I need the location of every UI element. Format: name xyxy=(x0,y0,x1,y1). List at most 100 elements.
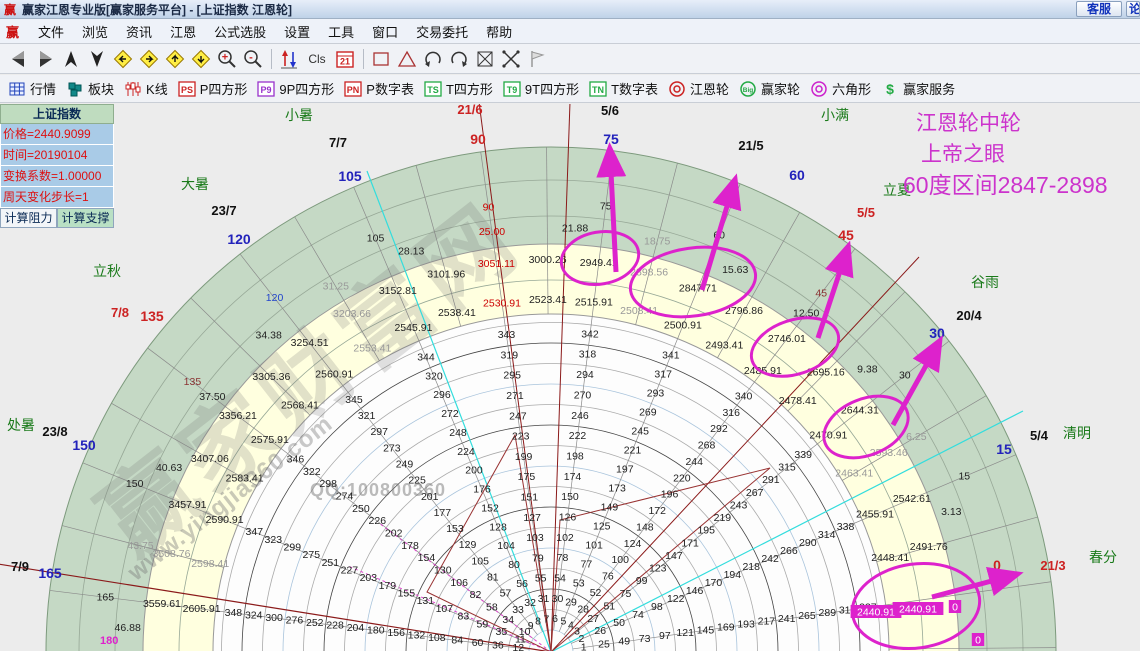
diamond-left-icon[interactable] xyxy=(110,47,136,71)
view-button-K线[interactable]: K线 xyxy=(124,79,168,98)
gann-wheel-svg[interactable]: 赢家财富网www.yingjia360.comQQ:10080036012345… xyxy=(0,101,1140,651)
calc-resistance-button[interactable]: 计算阻力 xyxy=(0,208,57,228)
spiral-number: 226 xyxy=(369,515,387,527)
view-button-P四方形[interactable]: PS P四方形 xyxy=(178,79,247,98)
spiral-number: 104 xyxy=(497,540,515,552)
view-button-江恩轮[interactable]: 江恩轮 xyxy=(668,79,729,98)
diamond-down-icon[interactable] xyxy=(188,47,214,71)
menu-item-1[interactable]: 浏览 xyxy=(73,22,117,41)
menu-item-4[interactable]: 公式选股 xyxy=(205,22,275,41)
spiral-number: 344 xyxy=(417,351,435,363)
spiral-number: 80 xyxy=(508,559,520,571)
expand-icon[interactable] xyxy=(498,47,524,71)
price-outer-value: 2542.61 xyxy=(893,493,931,505)
price-outer-value: 3508.76 xyxy=(153,548,191,560)
spiral-number: 172 xyxy=(648,505,666,517)
nav-left-icon[interactable] xyxy=(6,47,32,71)
badge-icon: TN xyxy=(589,80,607,98)
spiral-number: 219 xyxy=(714,512,732,524)
view-button-P数字表[interactable]: PN P数字表 xyxy=(344,79,414,98)
percent-value: 46.88 xyxy=(115,622,141,634)
menu-item-3[interactable]: 江恩 xyxy=(161,22,205,41)
menu-item-9[interactable]: 帮助 xyxy=(477,22,521,41)
diamond-right-icon[interactable] xyxy=(136,47,162,71)
view-button-板块[interactable]: 板块 xyxy=(66,79,114,98)
badge-icon: TS xyxy=(424,80,442,98)
spiral-number: 169 xyxy=(717,621,735,633)
box-x-icon[interactable] xyxy=(472,47,498,71)
deg15-value: 30 xyxy=(899,370,911,382)
view-button-行情[interactable]: 行情 xyxy=(8,79,56,98)
spiral-number: 56 xyxy=(516,578,528,590)
cursor-up-icon[interactable] xyxy=(58,47,84,71)
spiral-number: 147 xyxy=(665,550,683,562)
price-inner-value: 2538.41 xyxy=(438,307,476,319)
customer-service-button[interactable]: 客服 xyxy=(1075,1,1122,17)
date-label: 5/5 xyxy=(857,205,875,220)
spiral-number: 151 xyxy=(521,492,539,504)
percent-value: 43.75 xyxy=(127,540,153,552)
triangle-tool-icon[interactable] xyxy=(394,47,420,71)
percent-value: 18.75 xyxy=(644,236,670,248)
menu-item-6[interactable]: 工具 xyxy=(319,22,363,41)
calendar-icon[interactable]: 21 xyxy=(332,47,358,71)
deg15-value: 135 xyxy=(184,376,202,388)
spiral-number: 105 xyxy=(471,555,489,567)
date-label: 23/7 xyxy=(211,203,236,218)
spiral-number: 34 xyxy=(502,614,514,626)
cls-button[interactable]: Cls xyxy=(302,47,332,71)
calc-support-button[interactable]: 计算支撑 xyxy=(57,208,114,228)
view-button-六角形[interactable]: 六角形 xyxy=(810,79,871,98)
spiral-number: 348 xyxy=(225,607,243,619)
percent-value: 6.25 xyxy=(906,431,927,443)
spiral-number: 248 xyxy=(449,427,467,439)
spiral-number: 53 xyxy=(573,577,585,589)
cursor-down-icon[interactable] xyxy=(84,47,110,71)
spiral-number: 275 xyxy=(303,549,321,561)
date-label: 21/5 xyxy=(738,138,763,153)
spiral-number: 198 xyxy=(566,450,584,462)
svg-text:$: $ xyxy=(886,81,894,97)
rect-tool-icon[interactable] xyxy=(368,47,394,71)
view-button-赢家轮[interactable]: Big 赢家轮 xyxy=(739,79,800,98)
diamond-up-icon[interactable] xyxy=(162,47,188,71)
percent-value: 34.38 xyxy=(256,330,282,342)
menu-item-5[interactable]: 设置 xyxy=(275,22,319,41)
spiral-number: 126 xyxy=(559,512,577,524)
partial-button[interactable]: 论 xyxy=(1126,1,1140,17)
price-outer-value: 3559.61 xyxy=(143,598,181,610)
nav-right-icon[interactable] xyxy=(32,47,58,71)
menu-item-2[interactable]: 资讯 xyxy=(117,22,161,41)
menu-item-0[interactable]: 文件 xyxy=(29,22,73,41)
spiral-number: 338 xyxy=(837,521,855,533)
updown-icon[interactable] xyxy=(276,47,302,71)
step-row: 周天变化步长=1 xyxy=(0,187,114,208)
menu-item-8[interactable]: 交易委托 xyxy=(407,22,477,41)
menu-item-7[interactable]: 窗口 xyxy=(363,22,407,41)
arc-cw-icon[interactable] xyxy=(446,47,472,71)
spiral-number: 28 xyxy=(577,603,589,615)
spiral-number: 99 xyxy=(636,575,648,587)
highlight-box-value: 0 xyxy=(975,635,981,647)
spiral-number: 125 xyxy=(593,520,611,532)
spiral-number: 173 xyxy=(608,482,626,494)
spiral-number: 6 xyxy=(552,613,558,625)
view-button-T数字表[interactable]: TN T数字表 xyxy=(589,79,658,98)
view-button-9P四方形[interactable]: P9 9P四方形 xyxy=(257,79,334,98)
price-outer-value: 2491.76 xyxy=(910,541,948,553)
view-button-赢家服务[interactable]: $ 赢家服务 xyxy=(881,79,955,98)
price-inner-value: 2448.41 xyxy=(871,552,909,564)
spiral-number: 294 xyxy=(576,369,594,381)
svg-text:-: - xyxy=(249,51,253,63)
arc-ccw-icon[interactable] xyxy=(420,47,446,71)
price-inner-value: 2605.91 xyxy=(183,603,221,615)
zoom-in-icon[interactable]: + xyxy=(214,47,240,71)
view-button-9T四方形[interactable]: T9 9T四方形 xyxy=(503,79,579,98)
rings-icon: Big xyxy=(739,80,757,98)
zoom-out-icon[interactable]: - xyxy=(240,47,266,71)
date-label: 7/7 xyxy=(329,135,347,150)
spiral-number: 241 xyxy=(778,613,796,625)
flag-icon[interactable] xyxy=(524,47,550,71)
price-inner-value: 2545.91 xyxy=(394,322,432,334)
view-button-T四方形[interactable]: TS T四方形 xyxy=(424,79,493,98)
